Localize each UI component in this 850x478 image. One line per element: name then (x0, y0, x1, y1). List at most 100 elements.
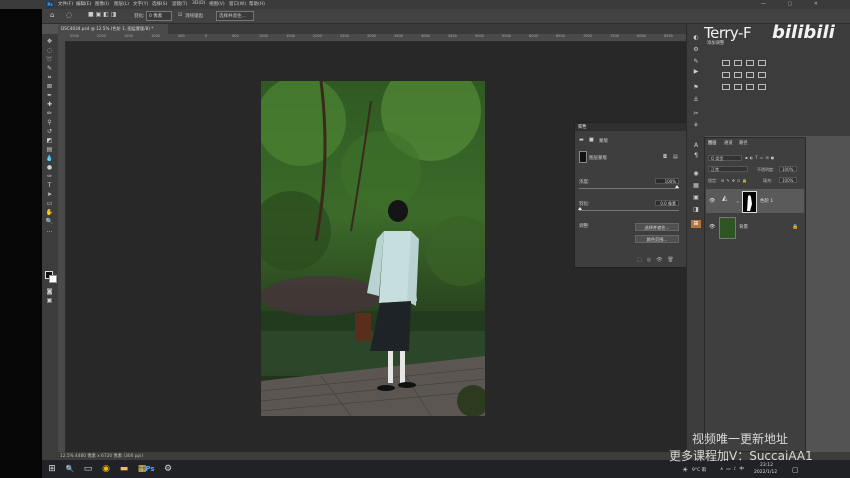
horizontal-ruler[interactable]: 2500 2000 1500 1000 500 0 500 1000 1500 2000 2500 3… (58, 34, 686, 42)
paths-icon[interactable]: ◨ (691, 206, 701, 214)
adjustments-icon[interactable]: ⚙ (691, 46, 701, 54)
menu-filter[interactable]: 滤镜(T) (172, 1, 187, 7)
lasso-tool-icon[interactable]: ◌ (66, 11, 72, 19)
lock-icons[interactable]: ⊞✎✥⊡🔒 (721, 178, 749, 183)
clone-source-icon[interactable]: ⚘ (691, 122, 701, 130)
antialias-checkbox[interactable]: ☑ (178, 12, 182, 18)
select-and-mask-button[interactable]: 选择并遮住... (635, 223, 679, 231)
weather-text[interactable]: 9°C 雨 (692, 467, 706, 473)
menu-view[interactable]: 视图(V) (209, 1, 225, 7)
density-slider-thumb[interactable] (675, 185, 679, 188)
marquee-tool-icon[interactable]: ◌ (45, 47, 54, 54)
more-tools-icon[interactable]: … (45, 227, 54, 234)
invert-icon[interactable] (722, 84, 730, 90)
document-photo[interactable] (261, 81, 485, 416)
menu-3d[interactable]: 3D(D) (192, 1, 205, 6)
tray-icons[interactable]: ∧▭♪中 (720, 466, 747, 472)
healing-tool-icon[interactable]: ✚ (45, 101, 54, 108)
move-tool-icon[interactable]: ✥ (45, 38, 54, 45)
color-range-button[interactable]: 颜色范围... (635, 235, 679, 243)
select-pixel-mask-icon[interactable]: ◘ (663, 154, 667, 160)
add-vector-mask-icon[interactable]: ▤ (673, 154, 678, 160)
notifications-icon[interactable]: ▢ (792, 466, 799, 474)
windows-start-icon[interactable]: ⊞ (46, 463, 58, 475)
mask-tab[interactable]: 蒙版 (599, 138, 608, 144)
layers-icon[interactable]: ▦ (691, 182, 701, 190)
brush-settings-icon[interactable]: ✎ (691, 58, 701, 66)
feather-slider-thumb[interactable] (578, 207, 582, 210)
gradient-tool-icon[interactable]: ▤ (45, 146, 54, 153)
menu-window[interactable]: 窗口(W) (229, 1, 246, 7)
eyedropper-tool-icon[interactable]: ✒ (45, 92, 54, 99)
eye-icon[interactable]: 👁 (709, 224, 715, 230)
properties-icon[interactable]: ⊞ (691, 220, 701, 228)
layer-filter-select[interactable]: Q 类型 (708, 155, 742, 161)
chain-link-icon[interactable]: ∞ (736, 199, 739, 204)
brush-tool-icon[interactable]: ✏ (45, 110, 54, 117)
exposure-icon[interactable] (758, 60, 766, 66)
pen-tool-icon[interactable]: ✑ (45, 173, 54, 180)
hand-tool-icon[interactable]: ✋ (45, 209, 54, 216)
file-explorer-icon[interactable]: ▬ (118, 463, 130, 475)
color-icon[interactable]: ◉ (691, 170, 701, 178)
color-balance-icon[interactable] (746, 72, 754, 78)
dodge-tool-icon[interactable]: ● (45, 164, 54, 171)
photoshop-taskbar-icon[interactable]: Ps (144, 463, 156, 475)
gradient-map-icon[interactable] (758, 84, 766, 90)
screen-mode-icon[interactable]: ▣ (45, 297, 54, 304)
menu-image[interactable]: 图像(I) (95, 1, 109, 7)
chrome-icon[interactable]: ◉ (100, 463, 112, 475)
hue-saturation-icon[interactable] (734, 72, 742, 78)
search-icon[interactable]: 🔍 (64, 463, 76, 475)
play-actions-icon[interactable]: ▶ (691, 68, 701, 76)
pixel-mask-icon[interactable]: ▬ (579, 137, 584, 143)
fill-input[interactable]: 100% (779, 177, 797, 183)
task-view-icon[interactable]: ▭ (82, 463, 94, 475)
libraries-icon[interactable]: ⚓ (691, 96, 701, 104)
vertical-ruler[interactable] (58, 41, 66, 452)
mask-action-icons[interactable]: ⬚◎👁🗑 (637, 257, 679, 263)
menu-type[interactable]: 文字(Y) (133, 1, 148, 7)
lasso-tool-icon[interactable]: ➰ (45, 56, 54, 63)
frame-tool-icon[interactable]: ⊠ (45, 83, 54, 90)
history-brush-tool-icon[interactable]: ↺ (45, 128, 54, 135)
eraser-tool-icon[interactable]: ◩ (45, 137, 54, 144)
layer-name[interactable]: 背景 (739, 224, 748, 230)
document-tab[interactable]: DSC4034.psd @ 12.5% (色阶 1, 图层蒙版/8) * (58, 24, 168, 34)
properties-header[interactable]: 属性 » ≡ (575, 123, 686, 131)
blur-tool-icon[interactable]: 💧 (45, 155, 54, 162)
paragraph-icon[interactable]: ¶ (691, 152, 701, 160)
tab-channels[interactable]: 通道 (724, 140, 733, 146)
menu-file[interactable]: 文件(F) (58, 1, 73, 7)
properties-panel[interactable]: 属性 » ≡ ▬ ■ 蒙版 图层蒙版 ◘ ▤ 浓度: 100% 羽化: 0.0 … (574, 122, 687, 268)
history-icon[interactable]: ◐ (691, 34, 701, 42)
channels-icon[interactable]: ▣ (691, 194, 701, 202)
settings-icon[interactable]: ⚙ (162, 463, 174, 475)
filter-icons[interactable]: ▪◐T▭⊞● (745, 155, 776, 160)
blend-mode-select[interactable]: 正常 (708, 166, 748, 172)
quick-mask-icon[interactable]: ◙ (45, 288, 54, 295)
levels-icon[interactable] (734, 60, 742, 66)
brightness-icon[interactable] (722, 60, 730, 66)
menu-help[interactable]: 帮助(H) (249, 1, 265, 7)
tab-paths[interactable]: 路径 (739, 140, 748, 146)
vibrance-icon[interactable] (722, 72, 730, 78)
selection-mode-icons[interactable]: ■ ▣ ◧ ◨ (88, 11, 116, 18)
feather-input[interactable]: 0.0 像素 (655, 200, 679, 206)
threshold-icon[interactable] (746, 84, 754, 90)
layer-row-levels[interactable]: 👁 ◭ ∞ 色阶 1 (706, 189, 804, 213)
black-white-icon[interactable] (758, 72, 766, 78)
layer-row-background[interactable]: 👁 背景 🔒 (706, 215, 804, 239)
feather-input[interactable]: 0 像素 (146, 11, 172, 21)
panel-menu-icon[interactable]: » ≡ (578, 124, 682, 129)
layer-name[interactable]: 色阶 1 (760, 198, 773, 204)
vector-mask-icon[interactable]: ■ (589, 137, 594, 143)
swatches-icon[interactable]: ⚑ (691, 84, 701, 92)
path-select-tool-icon[interactable]: ➤ (45, 191, 54, 198)
shape-tool-icon[interactable]: ▭ (45, 200, 54, 207)
density-slider[interactable] (579, 188, 679, 189)
type-tool-icon[interactable]: T (45, 182, 54, 189)
menu-edit[interactable]: 编辑(E) (76, 1, 91, 7)
home-icon[interactable]: ⌂ (50, 11, 54, 19)
tab-layers[interactable]: 图层 (708, 140, 717, 146)
